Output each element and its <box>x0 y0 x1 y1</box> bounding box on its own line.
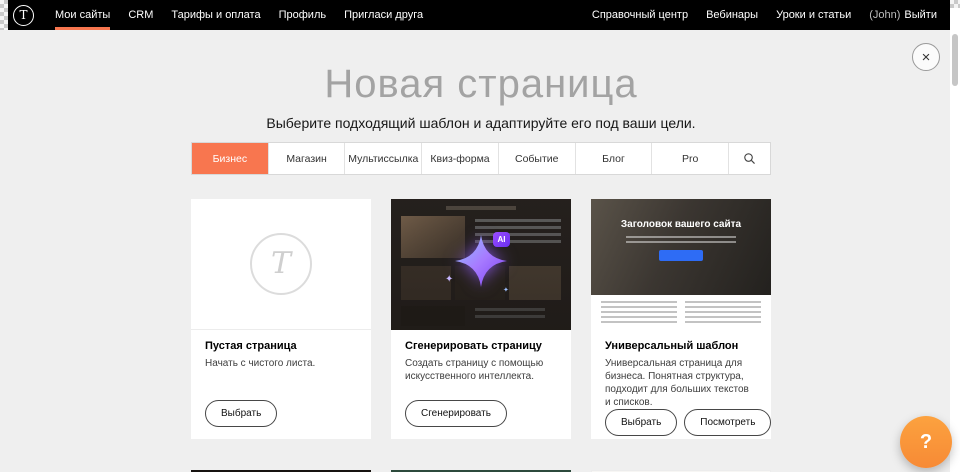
logout-label: Выйти <box>904 9 937 21</box>
nav-webinars[interactable]: Вебинары <box>697 0 767 30</box>
preview-hero-title: Заголовок вашего сайта <box>591 219 771 230</box>
page-subtitle: Выберите подходящий шаблон и адаптируйте… <box>191 115 771 131</box>
blank-template-preview[interactable]: T <box>191 199 371 330</box>
tab-multilink[interactable]: Мультиссылка <box>344 143 421 174</box>
tab-shop[interactable]: Магазин <box>268 143 345 174</box>
tab-pro[interactable]: Pro <box>651 143 728 174</box>
nav-invite-friend[interactable]: Пригласи друга <box>335 0 432 30</box>
page-title: Новая страница <box>191 62 771 106</box>
help-button[interactable]: ? <box>900 416 952 468</box>
card-actions: Выбрать <box>205 400 357 427</box>
preview-hero: Заголовок вашего сайта <box>591 199 771 295</box>
scrollbar[interactable] <box>950 0 960 472</box>
sparkle-icon: ✦ <box>445 275 453 285</box>
secondary-nav: Справочный центр Вебинары Уроки и статьи… <box>583 0 960 30</box>
transparency-checker <box>0 0 8 30</box>
tab-business[interactable]: Бизнес <box>192 143 268 174</box>
logo-letter: T <box>19 9 27 21</box>
card-actions: Выбрать Посмотреть <box>605 409 757 436</box>
card-body: Пустая страница Начать с чистого листа. … <box>191 330 371 439</box>
preview-text-lines <box>626 236 736 243</box>
template-card-universal: Заголовок вашего сайта Универсальный шаб… <box>591 199 771 439</box>
select-blank-button[interactable]: Выбрать <box>205 400 277 427</box>
search-icon <box>743 152 756 165</box>
card-title: Сгенерировать страницу <box>405 340 557 352</box>
card-body: Универсальный шаблон Универсальная стран… <box>591 330 771 448</box>
tilda-mark-letter: T <box>271 249 291 279</box>
generate-button[interactable]: Сгенерировать <box>405 400 507 427</box>
ai-badge: AI <box>493 232 510 247</box>
sparkle-icon: ✦ <box>503 287 509 294</box>
nav-my-sites[interactable]: Мои сайты <box>46 0 119 30</box>
card-title: Универсальный шаблон <box>605 340 757 352</box>
card-title: Пустая страница <box>205 340 357 352</box>
nav-crm[interactable]: CRM <box>119 0 162 30</box>
nav-help-center[interactable]: Справочный центр <box>583 0 697 30</box>
card-description: Создать страницу с помощью искусственног… <box>405 357 557 383</box>
preview-text-lines <box>685 301 761 324</box>
tilda-logo-icon: T <box>13 5 34 26</box>
tab-event[interactable]: Событие <box>498 143 575 174</box>
card-actions: Сгенерировать <box>405 400 557 427</box>
preview-text-section <box>591 295 771 330</box>
main-content: Новая страница Выберите подходящий шабло… <box>0 30 951 472</box>
tilda-mark-icon: T <box>250 233 312 295</box>
card-body: Сгенерировать страницу Создать страницу … <box>391 330 571 439</box>
preview-text-lines <box>601 301 677 324</box>
nav-profile[interactable]: Профиль <box>270 0 336 30</box>
card-description: Универсальная страница для бизнеса. Поня… <box>605 357 757 409</box>
main-nav: Мои сайты CRM Тарифы и оплата Профиль Пр… <box>46 0 432 30</box>
transparency-checker <box>950 0 960 8</box>
tab-blog[interactable]: Блог <box>575 143 652 174</box>
scrollbar-thumb[interactable] <box>952 34 958 86</box>
preview-hero-button <box>659 250 703 261</box>
nav-pricing[interactable]: Тарифы и оплата <box>162 0 269 30</box>
user-name: (John) <box>869 9 900 21</box>
tab-quiz-form[interactable]: Квиз-форма <box>421 143 498 174</box>
template-category-tabs: Бизнес Магазин Мультиссылка Квиз-форма С… <box>191 142 771 175</box>
template-card-blank: T Пустая страница Начать с чистого листа… <box>191 199 371 439</box>
preview-universal-button[interactable]: Посмотреть <box>684 409 771 436</box>
help-icon: ? <box>920 431 932 454</box>
close-button[interactable]: × <box>912 43 940 71</box>
ai-template-preview[interactable]: ✦ ✦ AI <box>391 199 571 330</box>
nav-logout[interactable]: (John) Выйти <box>860 0 946 30</box>
select-universal-button[interactable]: Выбрать <box>605 409 677 436</box>
nav-lessons[interactable]: Уроки и статьи <box>767 0 860 30</box>
tab-search[interactable] <box>728 143 770 174</box>
template-card-ai: ✦ ✦ AI Сгенерировать страницу Создать ст… <box>391 199 571 439</box>
template-cards: T Пустая страница Начать с чистого листа… <box>191 199 771 439</box>
universal-template-preview[interactable]: Заголовок вашего сайта <box>591 199 771 330</box>
topbar: T Мои сайты CRM Тарифы и оплата Профиль … <box>0 0 960 30</box>
card-description: Начать с чистого листа. <box>205 357 357 370</box>
